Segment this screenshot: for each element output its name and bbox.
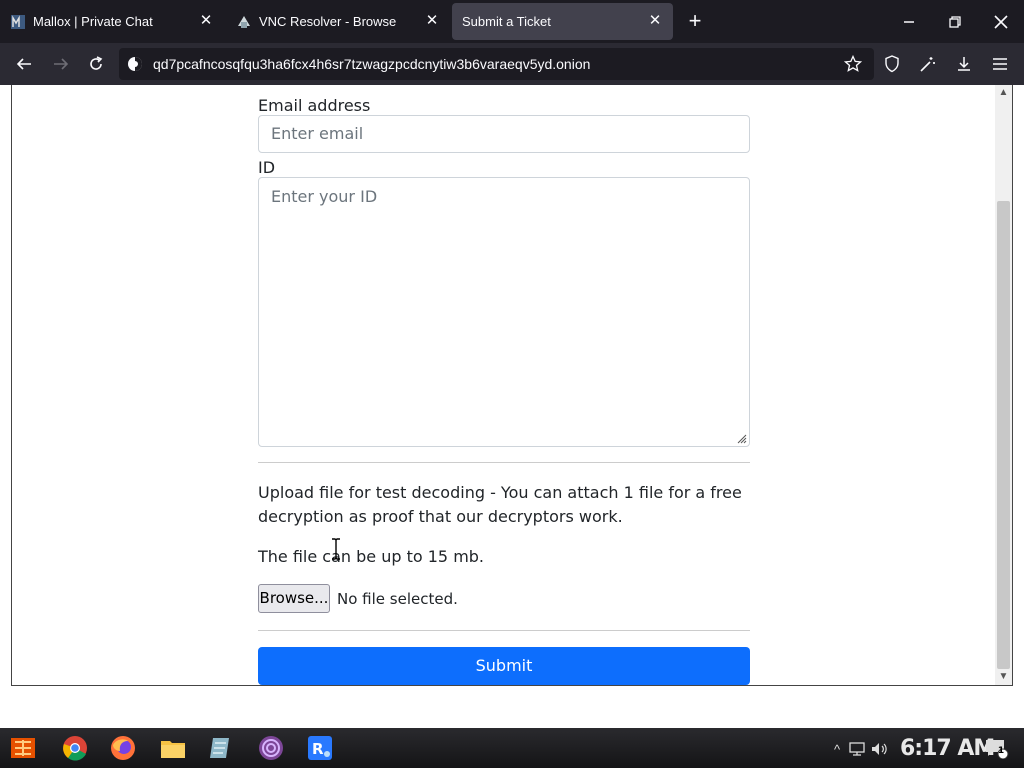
close-tab-icon[interactable]: ✕: [645, 11, 665, 31]
menu-hamburger-icon[interactable]: [988, 52, 1012, 76]
text-cursor-icon: [331, 538, 341, 560]
tab-label: Mallox | Private Chat: [33, 14, 153, 29]
scroll-down-icon[interactable]: ▼: [997, 670, 1010, 684]
download-icon[interactable]: [952, 52, 976, 76]
folder-icon[interactable]: [158, 733, 188, 763]
upload-description: Upload file for test decoding - You can …: [258, 483, 742, 526]
chrome-icon[interactable]: [60, 733, 90, 763]
tab-label: VNC Resolver - Browse: [259, 14, 397, 29]
email-field[interactable]: Enter email: [258, 115, 750, 153]
divider: [258, 462, 750, 463]
start-menu-icon[interactable]: [8, 733, 38, 763]
scroll-up-icon[interactable]: ▲: [997, 86, 1010, 100]
minimize-icon[interactable]: [886, 0, 932, 43]
taskbar-clock[interactable]: 6:17 AM: [900, 736, 995, 761]
show-hidden-icons-icon[interactable]: ^: [828, 740, 846, 758]
notepad-icon[interactable]: [206, 733, 236, 763]
network-icon[interactable]: [848, 740, 866, 758]
url-text[interactable]: qd7pcafncosqfqu3ha6fcx4h6sr7tzwagzpcdcny…: [153, 56, 590, 72]
file-status: No file selected.: [337, 590, 458, 608]
resize-grip-icon[interactable]: [735, 432, 747, 444]
tor-browser-icon[interactable]: [256, 733, 286, 763]
svg-text:R: R: [312, 740, 324, 758]
firefox-icon[interactable]: [108, 733, 138, 763]
tab-mallox-chat[interactable]: Mallox | Private Chat ✕: [0, 3, 224, 40]
notification-count-badge: 1: [997, 746, 1005, 756]
id-textarea[interactable]: Enter your ID: [258, 177, 750, 447]
vnc-favicon-icon: [236, 14, 252, 30]
email-placeholder: Enter email: [271, 124, 364, 143]
tab-submit-ticket[interactable]: Submit a Ticket ✕: [452, 3, 673, 40]
page-viewport: Email address Enter email ID Enter your …: [11, 85, 1013, 686]
shield-icon[interactable]: [880, 52, 904, 76]
restore-icon[interactable]: [932, 0, 978, 43]
magic-wand-icon[interactable]: [916, 52, 940, 76]
back-arrow-icon[interactable]: [12, 52, 36, 76]
scrollbar-thumb[interactable]: [997, 201, 1010, 669]
tab-vnc-resolver[interactable]: VNC Resolver - Browse ✕: [226, 3, 450, 40]
email-label: Email address: [258, 96, 371, 115]
close-window-icon[interactable]: [978, 0, 1024, 43]
close-tab-icon[interactable]: ✕: [422, 11, 442, 31]
volume-icon[interactable]: [871, 740, 889, 758]
rdp-icon[interactable]: R: [305, 733, 335, 763]
bookmark-star-icon[interactable]: [841, 52, 865, 76]
divider: [258, 630, 750, 631]
tab-bar: Mallox | Private Chat ✕ VNC Resolver - B…: [0, 0, 1024, 43]
mallox-favicon-icon: [10, 14, 26, 30]
browse-file-button[interactable]: Browse...: [258, 584, 330, 613]
tab-label: Submit a Ticket: [462, 14, 551, 29]
new-tab-icon[interactable]: +: [684, 10, 706, 32]
id-label: ID: [258, 158, 276, 177]
onion-site-icon[interactable]: [127, 56, 143, 72]
close-tab-icon[interactable]: ✕: [196, 11, 216, 31]
vertical-scrollbar[interactable]: ▲ ▼: [995, 85, 1012, 685]
reload-icon[interactable]: [84, 52, 108, 76]
id-placeholder: Enter your ID: [271, 187, 378, 206]
forward-arrow-icon[interactable]: [49, 52, 73, 76]
submit-button[interactable]: Submit: [258, 647, 750, 685]
